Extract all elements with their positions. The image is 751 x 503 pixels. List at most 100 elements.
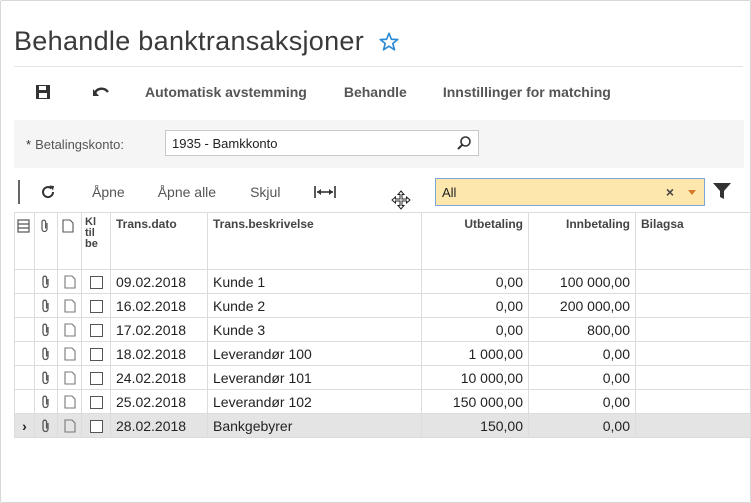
- reference-cell[interactable]: [635, 317, 751, 342]
- trans-date-cell[interactable]: 09.02.2018: [110, 269, 208, 294]
- payment-out-cell[interactable]: 0,00: [421, 269, 529, 294]
- trans-date-cell[interactable]: 17.02.2018: [110, 317, 208, 342]
- note-icon[interactable]: [57, 389, 82, 414]
- table-row[interactable]: 17.02.2018 Kunde 3 0,00 800,00: [14, 317, 751, 342]
- payment-in-column-header[interactable]: Innbetaling: [528, 212, 636, 270]
- trans-description-cell[interactable]: Kunde 2: [207, 293, 422, 318]
- table-row[interactable]: 09.02.2018 Kunde 1 0,00 100 000,00: [14, 269, 751, 294]
- attachment-icon[interactable]: [34, 413, 58, 438]
- row-checkbox-cell: [81, 341, 111, 366]
- open-all-button[interactable]: Åpne alle: [158, 184, 216, 200]
- payment-in-cell[interactable]: 0,00: [528, 365, 636, 390]
- hide-button[interactable]: Skjul: [250, 184, 280, 200]
- row-checkbox[interactable]: [89, 324, 103, 338]
- row-indicator: [14, 293, 35, 318]
- auto-reconcile-button[interactable]: Automatisk avstemming: [145, 84, 307, 100]
- attachment-icon[interactable]: [34, 389, 58, 414]
- row-checkbox-cell: [81, 389, 111, 414]
- page-title-text: Behandle banktransaksjoner: [14, 26, 365, 56]
- table-row[interactable]: 25.02.2018 Leverandør 102 150 000,00 0,00: [14, 389, 751, 414]
- fit-columns-icon[interactable]: [314, 185, 337, 199]
- payment-in-cell[interactable]: 0,00: [528, 341, 636, 366]
- row-indicator: [14, 269, 35, 294]
- attachment-icon[interactable]: [34, 269, 58, 294]
- process-button[interactable]: Behandle: [344, 84, 407, 100]
- trans-date-cell[interactable]: 25.02.2018: [110, 389, 208, 414]
- date-column-header[interactable]: Trans.dato: [110, 212, 208, 270]
- refresh-icon[interactable]: [36, 180, 60, 204]
- reference-cell[interactable]: [635, 365, 751, 390]
- undo-icon[interactable]: [86, 77, 116, 107]
- trans-date-cell[interactable]: 28.02.2018: [110, 413, 208, 438]
- kl-column-header[interactable]: Kl til be: [81, 212, 111, 270]
- payment-out-cell[interactable]: 0,00: [421, 293, 529, 318]
- row-checkbox[interactable]: [89, 372, 103, 386]
- table-row[interactable]: 18.02.2018 Leverandør 100 1 000,00 0,00: [14, 341, 751, 366]
- reference-cell[interactable]: [635, 341, 751, 366]
- row-checkbox[interactable]: [89, 276, 103, 290]
- payment-out-cell[interactable]: 150,00: [421, 413, 529, 438]
- table-row[interactable]: › 28.02.2018 Bankgebyrer 150,00 0,00: [14, 413, 751, 438]
- trans-description-cell[interactable]: Kunde 3: [207, 317, 422, 342]
- chevron-down-icon[interactable]: [688, 190, 696, 195]
- filter-funnel-icon[interactable]: [712, 182, 732, 200]
- attachment-icon[interactable]: [34, 341, 58, 366]
- attachment-icon[interactable]: [34, 317, 58, 342]
- trans-date-cell[interactable]: 18.02.2018: [110, 341, 208, 366]
- reference-cell[interactable]: [635, 269, 751, 294]
- clear-filter-icon[interactable]: ×: [666, 184, 674, 200]
- trans-description-cell[interactable]: Bankgebyrer: [207, 413, 422, 438]
- payment-in-cell[interactable]: 200 000,00: [528, 293, 636, 318]
- payment-out-cell[interactable]: 10 000,00: [421, 365, 529, 390]
- trans-date-cell[interactable]: 24.02.2018: [110, 365, 208, 390]
- payment-in-cell[interactable]: 0,00: [528, 413, 636, 438]
- note-column-icon: [57, 212, 82, 270]
- reference-column-header[interactable]: Bilagsa: [635, 212, 751, 270]
- note-icon[interactable]: [57, 269, 82, 294]
- row-checkbox[interactable]: [89, 420, 103, 434]
- payment-out-cell[interactable]: 0,00: [421, 317, 529, 342]
- transactions-table: Kl til be Trans.dato Trans.beskrivelse U…: [14, 212, 751, 438]
- row-indicator: [14, 389, 35, 414]
- attachment-icon[interactable]: [34, 365, 58, 390]
- reference-cell[interactable]: [635, 389, 751, 414]
- trans-description-cell[interactable]: Leverandør 100: [207, 341, 422, 366]
- attachment-icon[interactable]: [34, 293, 58, 318]
- note-icon[interactable]: [57, 317, 82, 342]
- note-icon[interactable]: [57, 293, 82, 318]
- payment-in-cell[interactable]: 0,00: [528, 389, 636, 414]
- filter-select[interactable]: All ×: [435, 178, 705, 206]
- row-checkbox[interactable]: [89, 348, 103, 362]
- payment-out-cell[interactable]: 1 000,00: [421, 341, 529, 366]
- payment-out-column-header[interactable]: Utbetaling: [421, 212, 529, 270]
- open-button[interactable]: Åpne: [92, 184, 125, 200]
- row-indicator: [14, 341, 35, 366]
- payment-in-cell[interactable]: 800,00: [528, 317, 636, 342]
- note-icon[interactable]: [57, 341, 82, 366]
- move-cursor-icon: [391, 190, 411, 210]
- column-settings-icon[interactable]: [14, 212, 35, 270]
- note-icon[interactable]: [57, 365, 82, 390]
- reference-cell[interactable]: [635, 293, 751, 318]
- row-indicator: [14, 365, 35, 390]
- save-icon[interactable]: [28, 77, 58, 107]
- matching-settings-button[interactable]: Innstillinger for matching: [443, 84, 611, 100]
- payment-out-cell[interactable]: 150 000,00: [421, 389, 529, 414]
- account-field[interactable]: 1935 - Bamkkonto: [165, 130, 479, 156]
- table-row[interactable]: 24.02.2018 Leverandør 101 10 000,00 0,00: [14, 365, 751, 390]
- row-checkbox[interactable]: [89, 300, 103, 314]
- reference-cell[interactable]: [635, 413, 751, 438]
- trans-description-cell[interactable]: Kunde 1: [207, 269, 422, 294]
- filter-select-value: All: [442, 184, 457, 200]
- table-row[interactable]: 16.02.2018 Kunde 2 0,00 200 000,00: [14, 293, 751, 318]
- trans-description-cell[interactable]: Leverandør 102: [207, 389, 422, 414]
- description-column-header[interactable]: Trans.beskrivelse: [207, 212, 422, 270]
- trans-description-cell[interactable]: Leverandør 101: [207, 365, 422, 390]
- row-checkbox[interactable]: [89, 396, 103, 410]
- favorite-star-icon[interactable]: [378, 31, 400, 53]
- payment-in-cell[interactable]: 100 000,00: [528, 269, 636, 294]
- row-checkbox-cell: [81, 413, 111, 438]
- note-icon[interactable]: [57, 413, 82, 438]
- search-icon[interactable]: [456, 135, 472, 151]
- trans-date-cell[interactable]: 16.02.2018: [110, 293, 208, 318]
